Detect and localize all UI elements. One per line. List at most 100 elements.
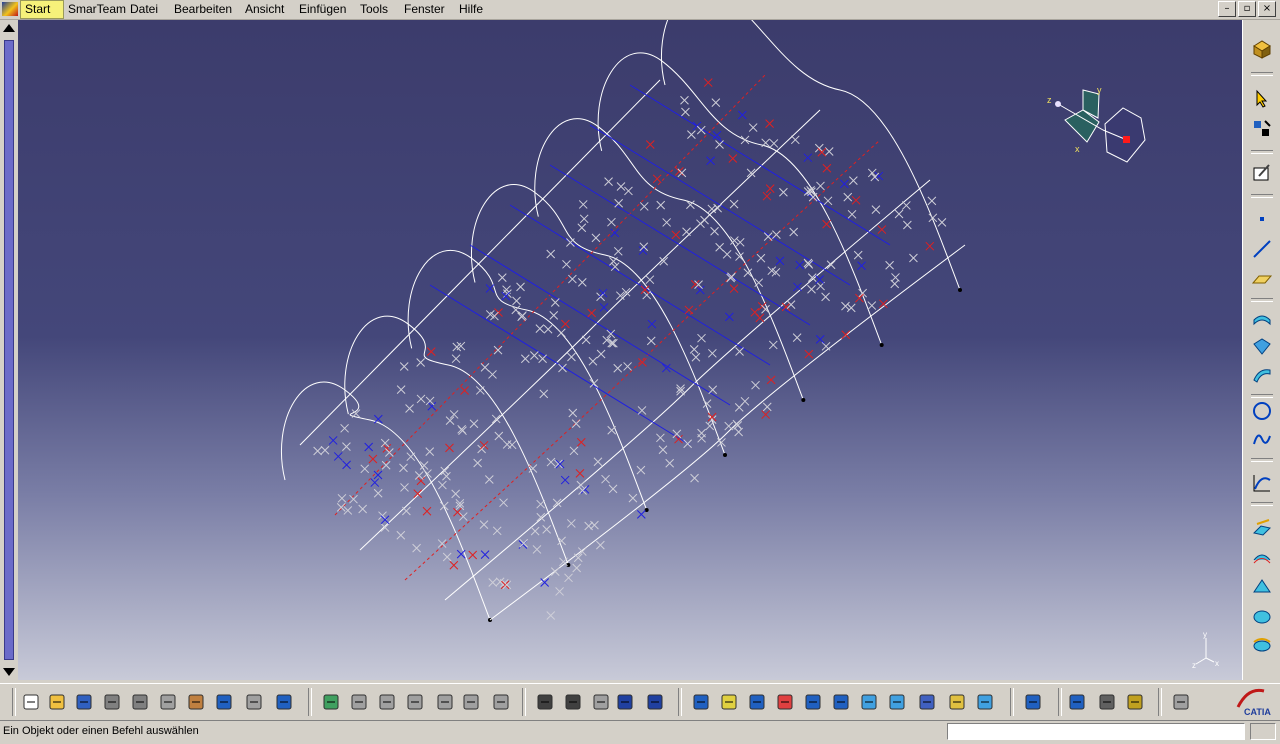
section-curve[interactable]: [597, 52, 883, 346]
control-point-marker[interactable]: [754, 278, 764, 288]
control-point-marker[interactable]: [689, 344, 699, 354]
isoparm-line[interactable]: [469, 244, 731, 406]
control-point-marker[interactable]: [680, 95, 689, 105]
copy-icon[interactable]: [157, 691, 179, 713]
control-point-marker[interactable]: [808, 192, 818, 202]
control-point-marker[interactable]: [507, 440, 517, 450]
control-point-marker[interactable]: [824, 147, 834, 156]
control-point-marker[interactable]: [639, 202, 649, 211]
select-trap-icon[interactable]: [1251, 118, 1273, 140]
control-point-marker[interactable]: [740, 135, 750, 145]
control-point-marker[interactable]: [556, 328, 566, 338]
scroll-thumb[interactable]: [4, 40, 14, 660]
swap-icon[interactable]: [404, 691, 426, 713]
control-point-marker[interactable]: [396, 385, 406, 395]
isoparm-line[interactable]: [589, 124, 851, 286]
graph-icon[interactable]: [644, 691, 666, 713]
control-point-marker[interactable]: [636, 465, 646, 475]
control-point-marker[interactable]: [439, 501, 449, 511]
control-point-marker[interactable]: [400, 483, 409, 492]
control-point-marker[interactable]: [406, 452, 416, 462]
control-point-marker[interactable]: [564, 573, 573, 583]
control-point-marker[interactable]: [336, 503, 346, 512]
fly-icon[interactable]: [690, 691, 712, 713]
control-point-marker[interactable]: [569, 446, 579, 456]
control-point-marker[interactable]: [427, 401, 437, 411]
control-point-marker[interactable]: [902, 201, 911, 210]
swap-visible-icon[interactable]: [974, 691, 996, 713]
control-point-marker[interactable]: [628, 493, 638, 503]
control-point-marker[interactable]: [697, 333, 706, 343]
control-point-marker[interactable]: [488, 370, 497, 379]
control-point-marker[interactable]: [604, 177, 613, 187]
control-point-marker[interactable]: [821, 341, 831, 351]
control-point-marker[interactable]: [453, 507, 462, 517]
3d-viewport[interactable]: z y x y z x: [18, 20, 1242, 680]
menu-hilfe[interactable]: Hilfe: [455, 0, 487, 19]
control-point-marker[interactable]: [502, 580, 512, 590]
control-point-marker[interactable]: [762, 191, 772, 201]
control-point-marker[interactable]: [607, 425, 617, 435]
control-point-marker[interactable]: [890, 279, 900, 289]
control-point-marker[interactable]: [769, 139, 779, 148]
control-point-marker[interactable]: [416, 394, 426, 404]
control-point-marker[interactable]: [480, 550, 490, 559]
control-point-marker[interactable]: [894, 209, 904, 219]
left-scrollbar[interactable]: [0, 20, 18, 680]
zoom-in-icon[interactable]: [802, 691, 824, 713]
control-point-marker[interactable]: [566, 519, 576, 528]
control-point-marker[interactable]: [550, 567, 560, 576]
control-point-marker[interactable]: [530, 526, 540, 536]
spline-icon[interactable]: [1251, 428, 1273, 450]
control-point-marker[interactable]: [775, 256, 785, 266]
control-point-marker[interactable]: [823, 196, 833, 206]
control-point-marker[interactable]: [665, 458, 675, 468]
control-point-marker[interactable]: [609, 256, 618, 266]
control-point-marker[interactable]: [772, 230, 781, 239]
control-point-marker[interactable]: [364, 442, 374, 452]
workbench-icon[interactable]: [1251, 38, 1273, 60]
control-point-marker[interactable]: [342, 442, 351, 451]
control-point-marker[interactable]: [675, 167, 684, 176]
control-point-marker[interactable]: [572, 563, 582, 573]
control-point-marker[interactable]: [740, 396, 750, 406]
control-point-marker[interactable]: [822, 219, 831, 229]
control-point-marker[interactable]: [518, 311, 527, 320]
control-point-marker[interactable]: [458, 512, 468, 521]
control-point-marker[interactable]: [768, 340, 778, 350]
control-point-marker[interactable]: [480, 363, 490, 372]
control-point-marker[interactable]: [343, 506, 353, 515]
control-point-marker[interactable]: [577, 223, 587, 233]
control-point-marker[interactable]: [637, 406, 647, 415]
control-point-marker[interactable]: [867, 168, 877, 178]
control-point-marker[interactable]: [370, 478, 380, 487]
control-point-marker[interactable]: [426, 347, 436, 356]
control-point-marker[interactable]: [728, 154, 738, 163]
undo-icon[interactable]: [213, 691, 235, 713]
control-point-marker[interactable]: [519, 538, 529, 548]
control-point-marker[interactable]: [607, 338, 617, 348]
control-point-marker[interactable]: [652, 174, 662, 184]
control-point-marker[interactable]: [853, 250, 863, 260]
control-point-marker[interactable]: [529, 351, 539, 360]
scroll-up-icon[interactable]: [3, 24, 15, 32]
control-point-marker[interactable]: [413, 489, 423, 498]
curve-endpoint[interactable]: [801, 398, 806, 402]
control-point-marker[interactable]: [543, 324, 553, 334]
control-point-marker[interactable]: [755, 313, 765, 323]
iso-view-icon[interactable]: [886, 691, 908, 713]
control-point-marker[interactable]: [703, 78, 713, 87]
control-point-marker[interactable]: [578, 200, 588, 209]
control-point-marker[interactable]: [440, 466, 450, 476]
control-point-marker[interactable]: [368, 454, 378, 464]
close-button[interactable]: ×: [1258, 1, 1276, 17]
control-point-marker[interactable]: [645, 140, 655, 149]
control-point-marker[interactable]: [402, 506, 411, 516]
zoom-out-icon[interactable]: [830, 691, 852, 713]
control-point-marker[interactable]: [516, 282, 525, 292]
control-point-marker[interactable]: [546, 249, 556, 259]
control-point-marker[interactable]: [588, 356, 598, 366]
whats-this-icon[interactable]: [273, 691, 295, 713]
control-point-marker[interactable]: [705, 421, 715, 431]
guide-curve[interactable]: [444, 179, 931, 601]
